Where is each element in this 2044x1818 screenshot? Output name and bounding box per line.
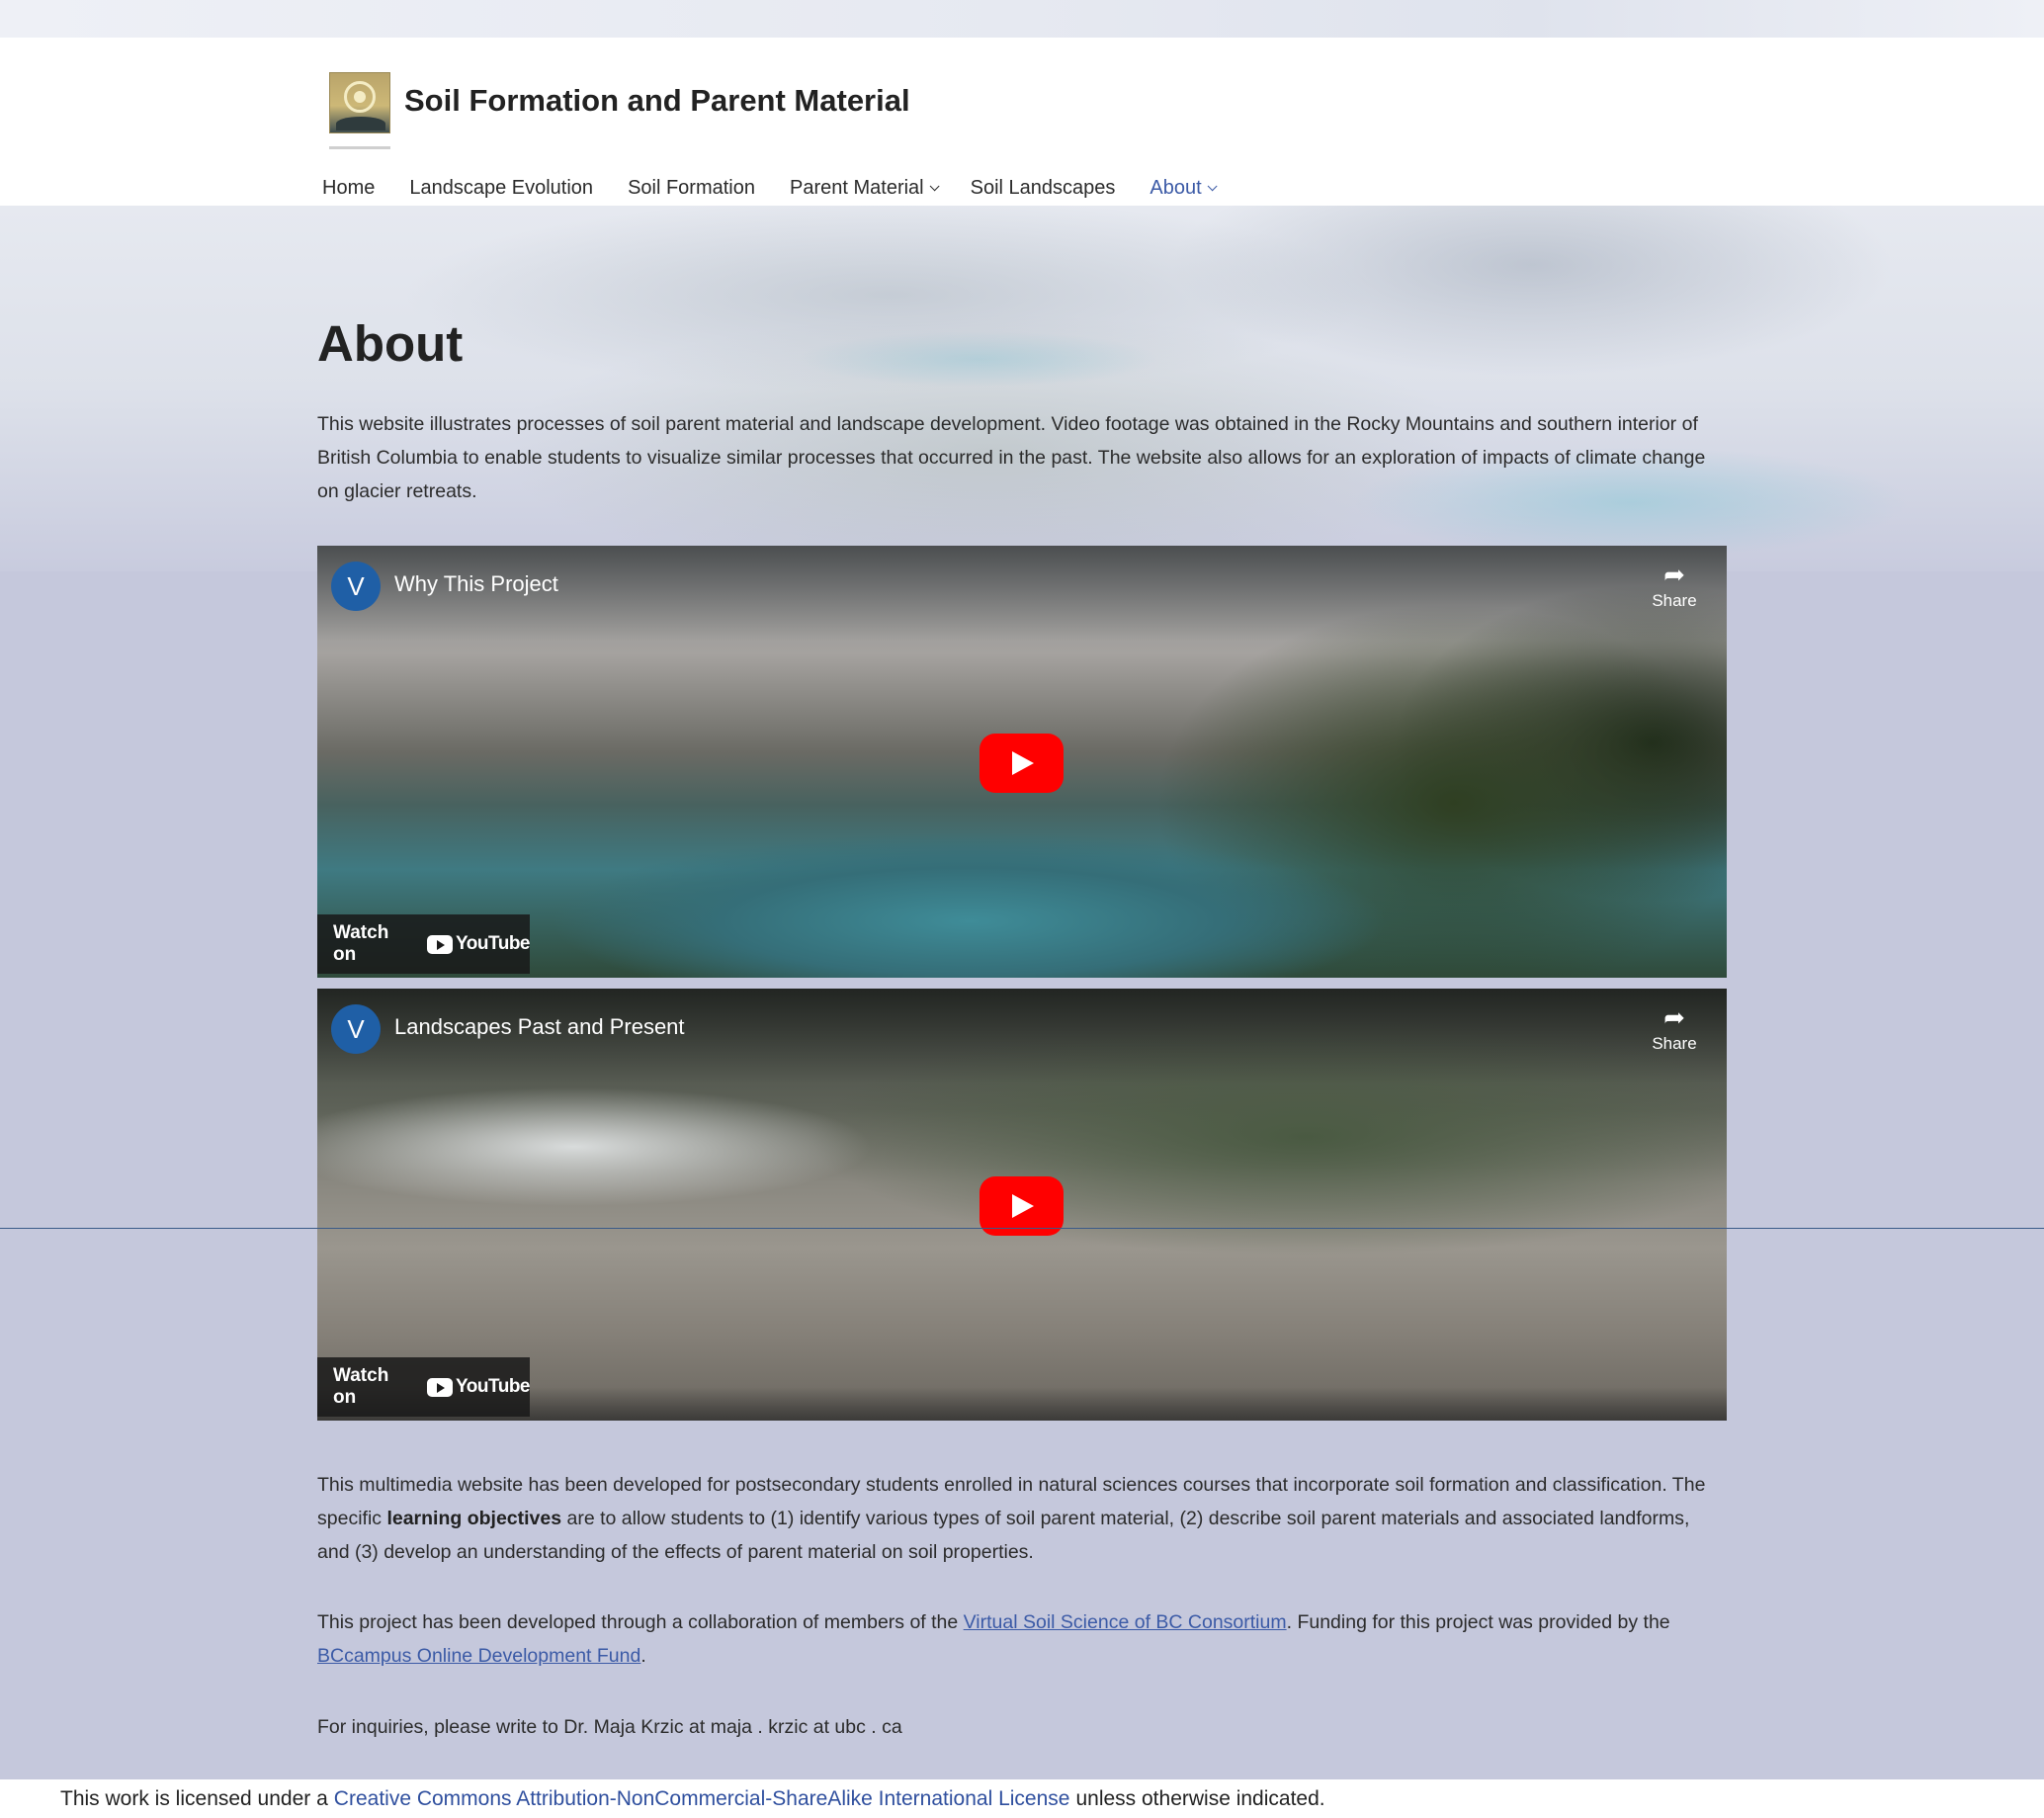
license-footer: This work is licensed under a Creative C…: [0, 1779, 2044, 1818]
license-link[interactable]: Creative Commons Attribution-NonCommerci…: [334, 1787, 1070, 1811]
nav-label: Landscape Evolution: [409, 176, 594, 199]
video-title[interactable]: Landscapes Past and Present: [394, 1014, 685, 1040]
page-title: About: [317, 315, 464, 372]
youtube-wordmark: YouTube: [456, 933, 530, 954]
watch-on-label: Watch on: [333, 922, 389, 965]
nav-label: About: [1150, 176, 1202, 199]
watch-on-youtube-button[interactable]: Watch on YouTube: [317, 914, 530, 974]
youtube-wordmark: YouTube: [456, 1376, 530, 1397]
nav-item-parent-material[interactable]: Parent Material: [790, 176, 940, 200]
objectives-paragraph: This multimedia website has been develop…: [317, 1468, 1721, 1569]
learning-objectives-bold: learning objectives: [386, 1508, 562, 1529]
site-title[interactable]: Soil Formation and Parent Material: [404, 83, 910, 119]
hero-background: [0, 206, 2044, 571]
inquiries-paragraph: For inquiries, please write to Dr. Maja …: [317, 1716, 902, 1738]
intro-paragraph: This website illustrates processes of so…: [317, 413, 1706, 502]
youtube-icon: [427, 1377, 454, 1397]
share-icon: ➦: [1663, 560, 1685, 589]
youtube-icon: [427, 934, 454, 954]
share-label: Share: [1652, 1034, 1697, 1053]
chevron-down-icon[interactable]: [929, 180, 940, 191]
share-button[interactable]: ➦ Share: [1640, 1002, 1709, 1062]
nav-item-soil-landscapes[interactable]: Soil Landscapes: [971, 177, 1116, 200]
bccampus-fund-link[interactable]: BCcampus Online Development Fund: [317, 1645, 640, 1667]
youtube-logo: YouTube: [427, 933, 530, 955]
channel-avatar[interactable]: V: [331, 1004, 381, 1054]
play-button[interactable]: [979, 1176, 1064, 1236]
license-suffix: unless otherwise indicated.: [1075, 1786, 1325, 1810]
video-embed-landscapes-past-and-present[interactable]: V Landscapes Past and Present ➦ Share Wa…: [317, 989, 1727, 1421]
youtube-logo: YouTube: [427, 1376, 530, 1398]
main-nav: Home Landscape Evolution Soil Formation …: [322, 168, 1248, 208]
nav-item-about[interactable]: About: [1150, 176, 1218, 200]
nav-item-soil-formation[interactable]: Soil Formation: [628, 177, 755, 200]
divider-line: [0, 1228, 2044, 1229]
top-strip: [0, 0, 2044, 38]
share-button[interactable]: ➦ Share: [1640, 560, 1709, 619]
site-logo[interactable]: [329, 72, 390, 133]
chevron-down-icon[interactable]: [1207, 180, 1218, 191]
video-embed-why-this-project[interactable]: V Why This Project ➦ Share Watch on YouT…: [317, 546, 1727, 978]
site-header: Soil Formation and Parent Material Home …: [0, 38, 2044, 206]
play-button[interactable]: [979, 734, 1064, 793]
video-title[interactable]: Why This Project: [394, 571, 558, 597]
nav-item-home[interactable]: Home: [322, 177, 375, 200]
nav-label: Soil Landscapes: [970, 176, 1116, 199]
nav-item-landscape-evolution[interactable]: Landscape Evolution: [409, 177, 593, 200]
vss-consortium-link[interactable]: Virtual Soil Science of BC Consortium: [964, 1611, 1287, 1633]
collab-text-3: .: [640, 1645, 646, 1667]
sun-icon: [344, 81, 376, 113]
nav-label: Parent Material: [790, 176, 924, 199]
collaboration-paragraph: This project has been developed through …: [317, 1605, 1721, 1673]
nav-label: Home: [322, 176, 376, 199]
collab-text-2: . Funding for this project was provided …: [1286, 1611, 1670, 1633]
watch-on-label: Watch on: [333, 1365, 389, 1408]
watch-on-youtube-button[interactable]: Watch on YouTube: [317, 1357, 530, 1417]
nav-label: Soil Formation: [628, 176, 755, 199]
channel-avatar[interactable]: V: [331, 562, 381, 611]
license-prefix: This work is licensed under a: [60, 1786, 328, 1810]
ground-icon: [336, 117, 385, 130]
logo-caption: [329, 146, 390, 149]
share-label: Share: [1652, 591, 1697, 610]
collab-text-1: This project has been developed through …: [317, 1611, 964, 1633]
share-icon: ➦: [1663, 1002, 1685, 1032]
